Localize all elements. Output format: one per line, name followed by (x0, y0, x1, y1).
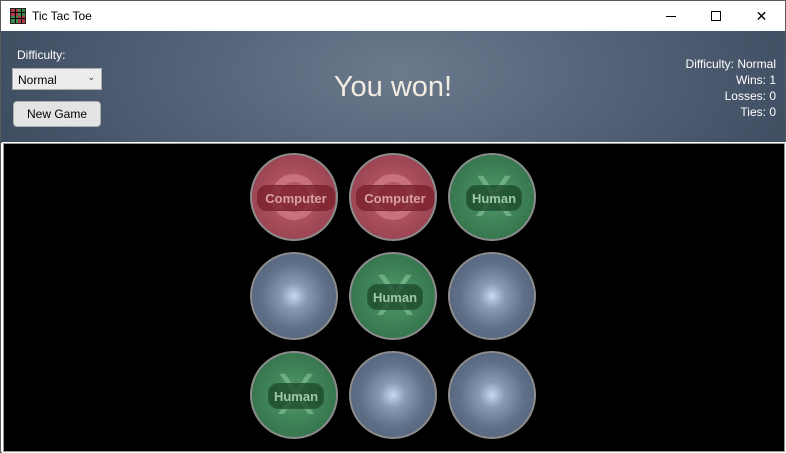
app-window: Tic Tac Toe ✕ Difficulty: Normal ⌄ New G… (0, 0, 786, 453)
stats-wins: Wins: 1 (735, 73, 776, 87)
human-player-badge: Human (268, 383, 324, 409)
stats-difficulty: Difficulty: Normal (685, 57, 776, 71)
stats-ties: Ties: 0 (740, 105, 776, 119)
board-cell-3-3[interactable] (448, 351, 536, 439)
new-game-button[interactable]: New Game (13, 101, 101, 127)
board-cell-1-3[interactable]: XHuman (448, 153, 536, 241)
maximize-icon (710, 11, 721, 21)
title-bar[interactable]: Tic Tac Toe ✕ (1, 1, 785, 31)
close-icon: ✕ (755, 7, 768, 24)
chevron-down-icon: ⌄ (87, 72, 95, 82)
board-cell-3-1[interactable]: XHuman (250, 351, 338, 439)
computer-player-badge: Computer (257, 185, 335, 211)
minimize-button[interactable] (648, 1, 693, 31)
difficulty-label: Difficulty: (17, 48, 66, 62)
game-header: Difficulty: Normal ⌄ New Game You won! D… (1, 31, 785, 143)
board-cell-2-3[interactable] (448, 252, 536, 340)
stats-losses: Losses: 0 (724, 89, 776, 103)
difficulty-selected-value: Normal (18, 73, 57, 87)
board-cell-2-1[interactable] (250, 252, 338, 340)
stats-panel: Difficulty: Normal Wins: 1 Losses: 0 Tie… (686, 56, 776, 120)
difficulty-select[interactable]: Normal ⌄ (12, 68, 102, 90)
board-cell-3-2[interactable] (349, 351, 437, 439)
board-cell-1-1[interactable]: Computer (250, 153, 338, 241)
maximize-button[interactable] (693, 1, 738, 31)
game-board: ComputerComputerXHumanXHumanXHuman (2, 142, 786, 453)
game-status: You won! (333, 71, 453, 103)
board-cell-2-2[interactable]: XHuman (349, 252, 437, 340)
minimize-icon (665, 15, 676, 17)
board-cell-1-2[interactable]: Computer (349, 153, 437, 241)
close-button[interactable]: ✕ (739, 1, 784, 31)
tic-tac-toe-app-icon (10, 8, 26, 24)
window-title: Tic Tac Toe (32, 9, 92, 23)
human-player-badge: Human (466, 185, 522, 211)
computer-player-badge: Computer (356, 185, 434, 211)
human-player-badge: Human (367, 284, 423, 310)
